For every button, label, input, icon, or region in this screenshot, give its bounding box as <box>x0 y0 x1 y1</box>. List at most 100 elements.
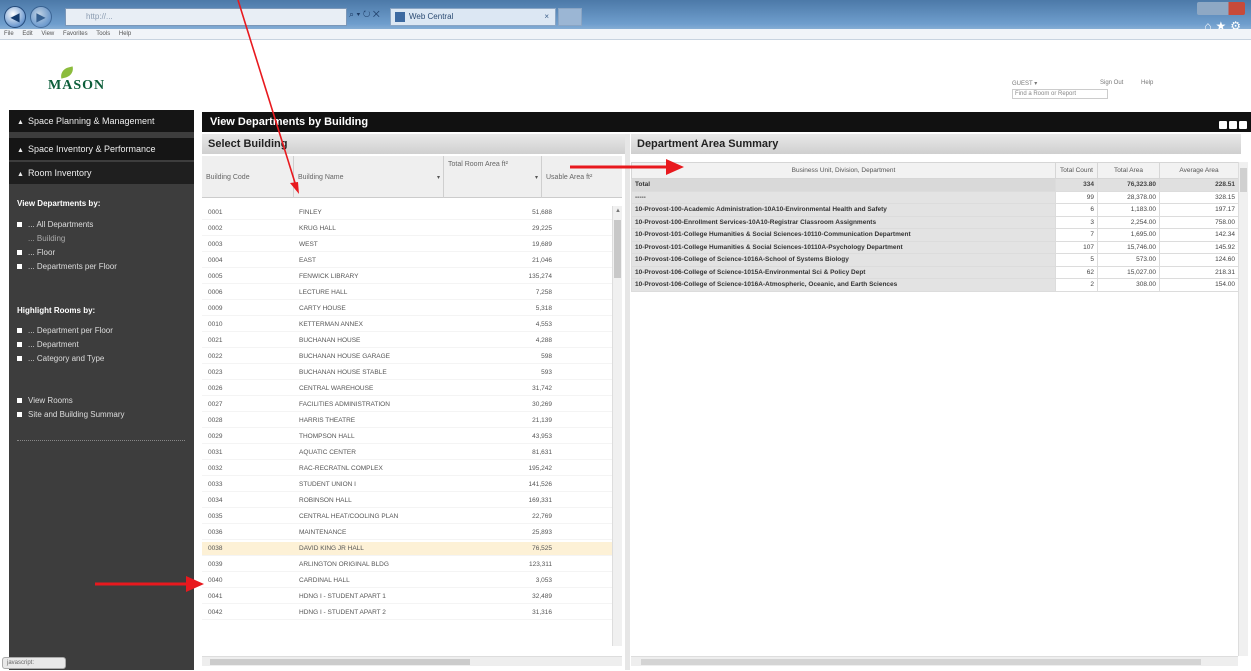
table-row[interactable]: 0034 ROBINSON HALL 169,331 <box>202 494 612 508</box>
scroll-thumb[interactable] <box>1240 168 1247 192</box>
menu-favorites[interactable]: Favorites <box>63 31 88 37</box>
table-row[interactable]: 10-Provost-101-College Humanities & Soci… <box>631 228 1239 242</box>
table-row[interactable]: 0001 FINLEY 51,688 <box>202 206 612 220</box>
table-row[interactable]: 0035 CENTRAL HEAT/COOLING PLAN 22,769 <box>202 510 612 524</box>
col-total-room-area[interactable]: Total Room Area ft² ▾ <box>444 156 542 198</box>
sidebar-item-building[interactable]: ... Building <box>17 234 65 243</box>
sidebar-section-room-inventory[interactable]: ▲ Room Inventory <box>9 162 194 184</box>
sidebar-item-floor[interactable]: ... Floor <box>17 248 55 257</box>
table-row[interactable]: 10-Provost-100-Academic Administration-1… <box>631 203 1239 217</box>
table-row[interactable]: 10-Provost-106-College of Science-1015A-… <box>631 265 1239 279</box>
sidebar-item-departments-per-floor[interactable]: ... Departments per Floor <box>17 262 117 271</box>
building-name-cell: BUCHANAN HOUSE <box>299 337 361 344</box>
address-buttons[interactable]: ⌕ ▾ ↻ ✕ <box>349 9 380 25</box>
building-vertical-scrollbar[interactable]: ▲ <box>612 206 622 646</box>
col-average-area[interactable]: Average Area <box>1159 162 1239 179</box>
table-row[interactable]: 0033 STUDENT UNION I 141,526 <box>202 478 612 492</box>
table-row[interactable]: 0002 KRUG HALL 29,225 <box>202 222 612 236</box>
sidebar-item-all-departments[interactable]: ... All Departments <box>17 220 93 229</box>
area-cell: 15,746.00 <box>1097 240 1160 254</box>
user-menu[interactable]: GUEST ▾ <box>1012 80 1037 87</box>
col-building-name[interactable]: Building Name ▾ <box>294 156 444 198</box>
scroll-thumb[interactable] <box>210 659 470 665</box>
menu-tools[interactable]: Tools <box>96 31 110 37</box>
sidebar-item-department[interactable]: ... Department <box>17 340 79 349</box>
table-row[interactable]: 0004 EAST 21,046 <box>202 254 612 268</box>
table-row[interactable]: 0003 WEST 19,689 <box>202 238 612 252</box>
table-row[interactable]: 0028 HARRIS THEATRE 21,139 <box>202 414 612 428</box>
sidebar-item-view-rooms[interactable]: View Rooms <box>17 396 73 405</box>
table-row[interactable]: 0042 HDNG I - STUDENT APART 2 31,316 <box>202 606 612 620</box>
sidebar-item-category-type[interactable]: ... Category and Type <box>17 354 104 363</box>
scroll-thumb[interactable] <box>614 220 621 278</box>
table-row[interactable]: 0010 KETTERMAN ANNEX 4,553 <box>202 318 612 332</box>
table-row[interactable]: 0021 BUCHANAN HOUSE 4,288 <box>202 334 612 348</box>
col-building-code[interactable]: Building Code <box>202 156 294 198</box>
count-cell: 5 <box>1055 253 1098 267</box>
panel-splitter[interactable] <box>625 134 630 670</box>
col-business-unit[interactable]: Business Unit, Division, Department <box>631 162 1056 179</box>
email-icon[interactable] <box>1239 121 1247 129</box>
table-row[interactable]: 0009 CARTY HOUSE 5,318 <box>202 302 612 316</box>
menu-edit[interactable]: Edit <box>22 31 32 37</box>
menu-help[interactable]: Help <box>119 31 131 37</box>
building-area-cell: 593 <box>541 369 552 376</box>
table-row[interactable]: 0005 FENWICK LIBRARY 135,274 <box>202 270 612 284</box>
table-row[interactable]: ----- 99 28,378.00 328.15 <box>631 190 1239 204</box>
table-row[interactable]: 0022 BUCHANAN HOUSE GARAGE 598 <box>202 350 612 364</box>
window-controls[interactable] <box>1197 2 1245 15</box>
sidebar-item-department-per-floor[interactable]: ... Department per Floor <box>17 326 113 335</box>
browser-tab[interactable]: Web Central × <box>390 8 556 26</box>
table-row[interactable]: 0041 HDNG I - STUDENT APART 1 32,489 <box>202 590 612 604</box>
table-row[interactable]: 0032 RAC-RECRATNL COMPLEX 195,242 <box>202 462 612 476</box>
col-total-area[interactable]: Total Area <box>1097 162 1160 179</box>
new-tab-button[interactable] <box>558 8 582 26</box>
find-room-input[interactable]: Find a Room or Report <box>1012 89 1108 99</box>
table-row[interactable]: 10-Provost-101-College Humanities & Soci… <box>631 240 1239 254</box>
filter-dropdown-icon[interactable]: ▾ <box>535 174 538 181</box>
close-icon[interactable]: × <box>544 9 549 25</box>
status-pill: javascript: <box>2 657 66 669</box>
sidebar-item-site-summary[interactable]: Site and Building Summary <box>17 410 125 419</box>
sidebar-section-space-planning[interactable]: ▲ Space Planning & Management <box>9 110 194 132</box>
sign-out-link[interactable]: Sign Out <box>1100 80 1123 86</box>
sidebar-section-space-inventory[interactable]: ▲ Space Inventory & Performance <box>9 138 194 160</box>
total-row[interactable]: Total 334 76,323.80 228.51 <box>631 178 1239 192</box>
table-row[interactable]: 0023 BUCHANAN HOUSE STABLE 593 <box>202 366 612 380</box>
table-row[interactable]: 0026 CENTRAL WAREHOUSE 31,742 <box>202 382 612 396</box>
table-row[interactable]: 0040 CARDINAL HALL 3,053 <box>202 574 612 588</box>
building-code-cell: 0035 <box>208 513 223 520</box>
table-row[interactable]: 0038 DAVID KING JR HALL 76,525 <box>202 542 612 556</box>
print-icon[interactable] <box>1229 121 1237 129</box>
scroll-thumb[interactable] <box>641 659 1201 665</box>
scroll-up-icon[interactable]: ▲ <box>615 208 621 214</box>
department-horizontal-scrollbar[interactable] <box>631 656 1238 666</box>
table-row[interactable]: 0006 LECTURE HALL 7,258 <box>202 286 612 300</box>
table-row[interactable]: 0027 FACILITIES ADMINISTRATION 30,269 <box>202 398 612 412</box>
tab-label: Web Central <box>409 12 454 21</box>
menu-file[interactable]: File <box>4 31 14 37</box>
back-arrow-icon[interactable]: ◀ <box>4 6 26 28</box>
table-row[interactable]: 10-Provost-106-College of Science-1016A-… <box>631 253 1239 267</box>
table-row[interactable]: 10-Provost-100-Enrollment Services-10A10… <box>631 215 1239 229</box>
department-vertical-scrollbar[interactable] <box>1238 162 1248 656</box>
filter-dropdown-icon[interactable]: ▾ <box>437 174 440 181</box>
address-bar[interactable]: http://... <box>65 8 347 26</box>
help-link[interactable]: Help <box>1141 80 1153 86</box>
col-total-count[interactable]: Total Count <box>1055 162 1098 179</box>
mason-logo[interactable]: MASON <box>40 66 120 100</box>
department-summary-table: Business Unit, Division, Department Tota… <box>631 162 1239 292</box>
maximize-icon[interactable] <box>1219 121 1227 129</box>
forward-arrow-icon[interactable]: ▶ <box>30 6 52 28</box>
building-horizontal-scrollbar[interactable] <box>202 656 622 666</box>
building-name-cell: LECTURE HALL <box>299 289 348 296</box>
table-row[interactable]: 0039 ARLINGTON ORIGINAL BLDG 123,311 <box>202 558 612 572</box>
table-row[interactable]: 10-Provost-106-College of Science-1016A-… <box>631 278 1239 292</box>
view-departments-heading: View Departments by: <box>17 199 101 208</box>
table-row[interactable]: 0029 THOMPSON HALL 43,953 <box>202 430 612 444</box>
col-usable-area[interactable]: Usable Area ft² <box>542 156 622 198</box>
menu-view[interactable]: View <box>41 31 54 37</box>
table-row[interactable]: 0031 AQUATIC CENTER 81,631 <box>202 446 612 460</box>
table-row[interactable]: 0036 MAINTENANCE 25,893 <box>202 526 612 540</box>
building-area-cell: 30,269 <box>532 401 552 408</box>
